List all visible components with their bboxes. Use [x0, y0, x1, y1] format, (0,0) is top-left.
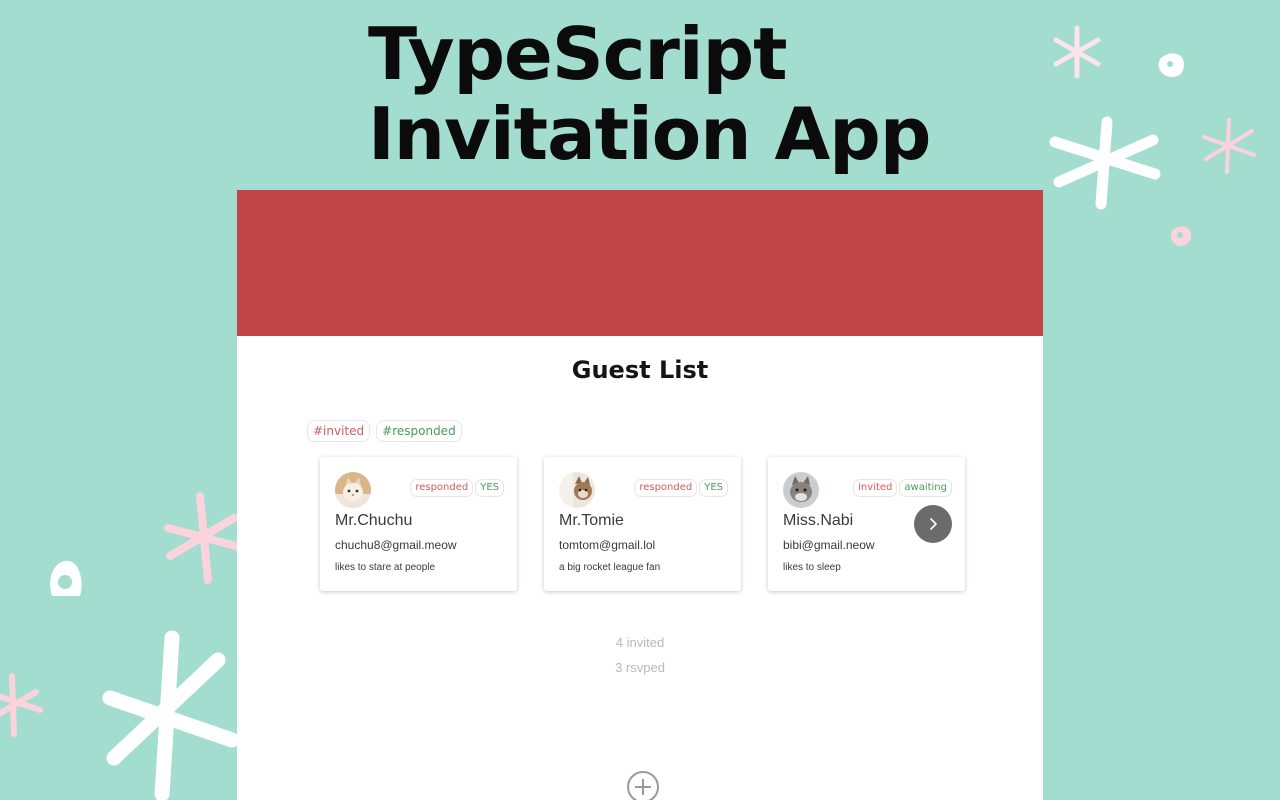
hero-title: TypeScript Invitation App — [368, 12, 931, 176]
status-tag: responded — [410, 479, 474, 497]
star-doodle-icon — [1053, 25, 1101, 79]
star-doodle-icon — [102, 630, 240, 800]
guest-list-title: Guest List — [571, 356, 709, 384]
filter-responded-chip[interactable]: #responded — [376, 420, 462, 442]
guest-email: tomtom@gmail.lol — [559, 538, 656, 552]
star-doodle-icon — [1049, 116, 1161, 210]
guest-tags: responded YES — [634, 479, 728, 497]
star-doodle-icon — [164, 492, 240, 584]
rsvp-tag: awaiting — [899, 479, 952, 497]
guest-email: chuchu8@gmail.meow — [335, 538, 457, 552]
hero-title-line-1: TypeScript — [368, 12, 788, 96]
guest-note: a big rocket league fan — [559, 562, 661, 573]
cat-avatar-icon — [783, 472, 819, 508]
guest-name: Mr.Chuchu — [335, 512, 413, 529]
letter-a-doodle-icon — [50, 560, 82, 596]
guest-tags: invited awaiting — [853, 479, 952, 497]
rsvp-tag: YES — [699, 479, 728, 497]
guest-tags: responded YES — [410, 479, 504, 497]
rsvped-count: 3 rsvped — [615, 660, 665, 675]
guest-stats: 4 invited 3 rsvped — [237, 630, 1043, 680]
add-guest-button[interactable] — [626, 770, 660, 800]
guest-card[interactable]: responded YES Mr.Chuchu chuchu8@gmail.me… — [320, 457, 517, 591]
guest-name: Mr.Tomie — [559, 512, 624, 529]
guest-name: Miss.Nabi — [783, 512, 854, 529]
app-window: Guest List #invited #responded responded… — [237, 190, 1043, 800]
plus-circle-icon — [627, 771, 659, 800]
status-tag: responded — [634, 479, 698, 497]
guest-note: likes to sleep — [783, 562, 841, 573]
filter-chips: #invited #responded — [307, 420, 462, 442]
header-banner — [237, 190, 1043, 336]
star-doodle-icon — [0, 673, 43, 737]
filter-invited-chip[interactable]: #invited — [307, 420, 371, 442]
star-doodle-icon — [1202, 118, 1256, 174]
chevron-right-icon — [930, 518, 937, 530]
guest-note: likes to stare at people — [335, 562, 436, 573]
next-guests-button[interactable] — [914, 505, 952, 543]
guest-cards: responded YES Mr.Chuchu chuchu8@gmail.me… — [320, 457, 965, 591]
guest-email: bibi@gmail.neow — [783, 538, 875, 552]
rsvp-tag: YES — [475, 479, 504, 497]
cat-avatar-icon — [559, 472, 595, 508]
hero-title-line-2: Invitation App — [368, 92, 931, 176]
blob-doodle-icon — [1170, 226, 1192, 246]
invited-count: 4 invited — [615, 635, 665, 650]
guest-card[interactable]: responded YES Mr.Tomie tomtom@gmail.lol … — [544, 457, 741, 591]
status-tag: invited — [853, 479, 898, 497]
cat-avatar-icon — [335, 472, 371, 508]
blob-doodle-icon — [1158, 53, 1184, 77]
